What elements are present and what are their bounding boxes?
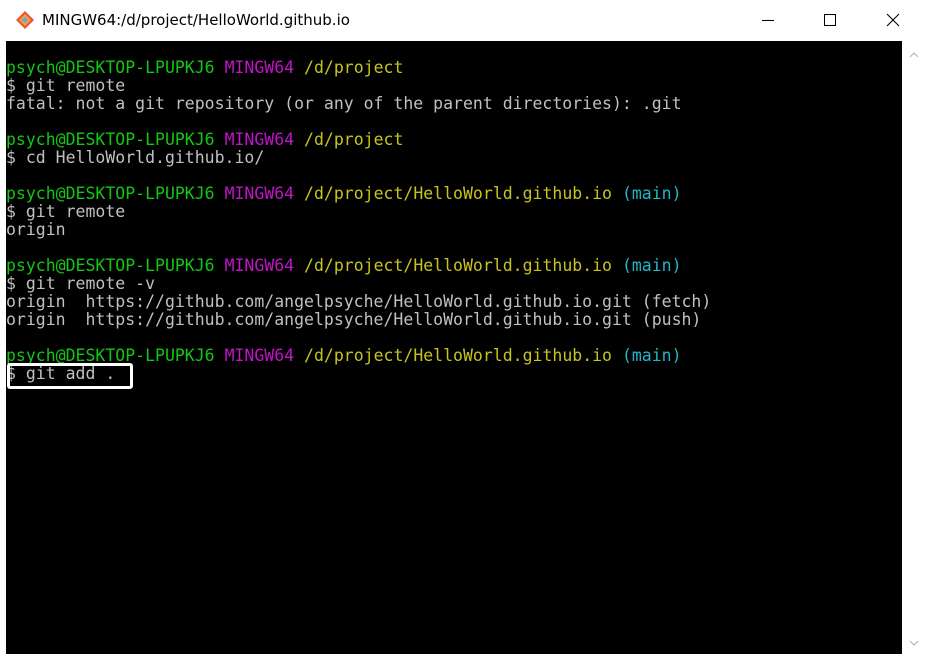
prompt-user: psych@DESKTOP-LPUPKJ6 [6,256,215,275]
output-text: $ git remote [6,76,126,95]
output-text: origin https://github.com/angelpsyche/He… [6,292,712,311]
output-line: $ git remote [6,77,711,95]
output-line: origin https://github.com/angelpsyche/He… [6,293,711,311]
prompt-line: psych@DESKTOP-LPUPKJ6 MINGW64 /d/project [6,59,711,77]
output-line: fatal: not a git repository (or any of t… [6,95,711,113]
prompt-path: /d/project/HelloWorld.github.io [304,256,612,275]
output-text: $ git remote -v [6,274,156,293]
prompt-branch: (main) [621,184,682,203]
command-highlight-box [7,363,133,389]
output-line: $ git remote -v [6,275,711,293]
prompt-host: MINGW64 [224,58,295,77]
output-text: origin [6,220,66,239]
window-title: MINGW64:/d/project/HelloWorld.github.io [42,11,350,29]
chevron-down-icon [909,640,919,646]
output-line: $ git remote [6,203,711,221]
prompt-host: MINGW64 [224,256,295,275]
output-line: $ cd HelloWorld.github.io/ [6,149,711,167]
prompt-line: psych@DESKTOP-LPUPKJ6 MINGW64 /d/project… [6,257,711,275]
output-line: origin [6,221,711,239]
prompt-line: psych@DESKTOP-LPUPKJ6 MINGW64 /d/project… [6,185,711,203]
prompt-path: /d/project/HelloWorld.github.io [304,184,612,203]
prompt-host: MINGW64 [224,130,295,149]
prompt-user: psych@DESKTOP-LPUPKJ6 [6,58,215,77]
terminal-lines: psych@DESKTOP-LPUPKJ6 MINGW64 /d/project… [6,59,711,383]
prompt-user: psych@DESKTOP-LPUPKJ6 [6,130,215,149]
maximize-button[interactable] [800,0,860,40]
vertical-scrollbar[interactable] [902,41,926,654]
prompt-host: MINGW64 [224,184,295,203]
maximize-icon [824,14,836,26]
prompt-path: /d/project/HelloWorld.github.io [304,346,612,365]
prompt-path: /d/project [304,58,404,77]
scroll-up-button[interactable] [902,43,926,67]
prompt-branch: (main) [621,346,682,365]
close-icon [886,13,900,27]
prompt-host: MINGW64 [224,346,295,365]
output-text: fatal: not a git repository (or any of t… [6,94,682,113]
output-text: $ git remote [6,202,126,221]
git-diamond-icon [16,11,34,29]
output-line: origin https://github.com/angelpsyche/He… [6,311,711,329]
minimize-button[interactable] [738,0,798,40]
terminal-output[interactable]: psych@DESKTOP-LPUPKJ6 MINGW64 /d/project… [6,41,902,654]
prompt-line: psych@DESKTOP-LPUPKJ6 MINGW64 /d/project [6,131,711,149]
output-text: origin https://github.com/angelpsyche/He… [6,310,702,329]
output-text: $ cd HelloWorld.github.io/ [6,148,265,167]
chevron-up-icon [909,52,919,58]
prompt-user: psych@DESKTOP-LPUPKJ6 [6,184,215,203]
prompt-path: /d/project [304,130,404,149]
title-bar[interactable]: MINGW64:/d/project/HelloWorld.github.io [0,0,926,40]
close-button[interactable] [863,0,923,40]
prompt-branch: (main) [621,256,682,275]
terminal-window: MINGW64:/d/project/HelloWorld.github.io … [0,0,926,654]
scroll-down-button[interactable] [902,631,926,654]
minimize-icon [762,20,774,21]
